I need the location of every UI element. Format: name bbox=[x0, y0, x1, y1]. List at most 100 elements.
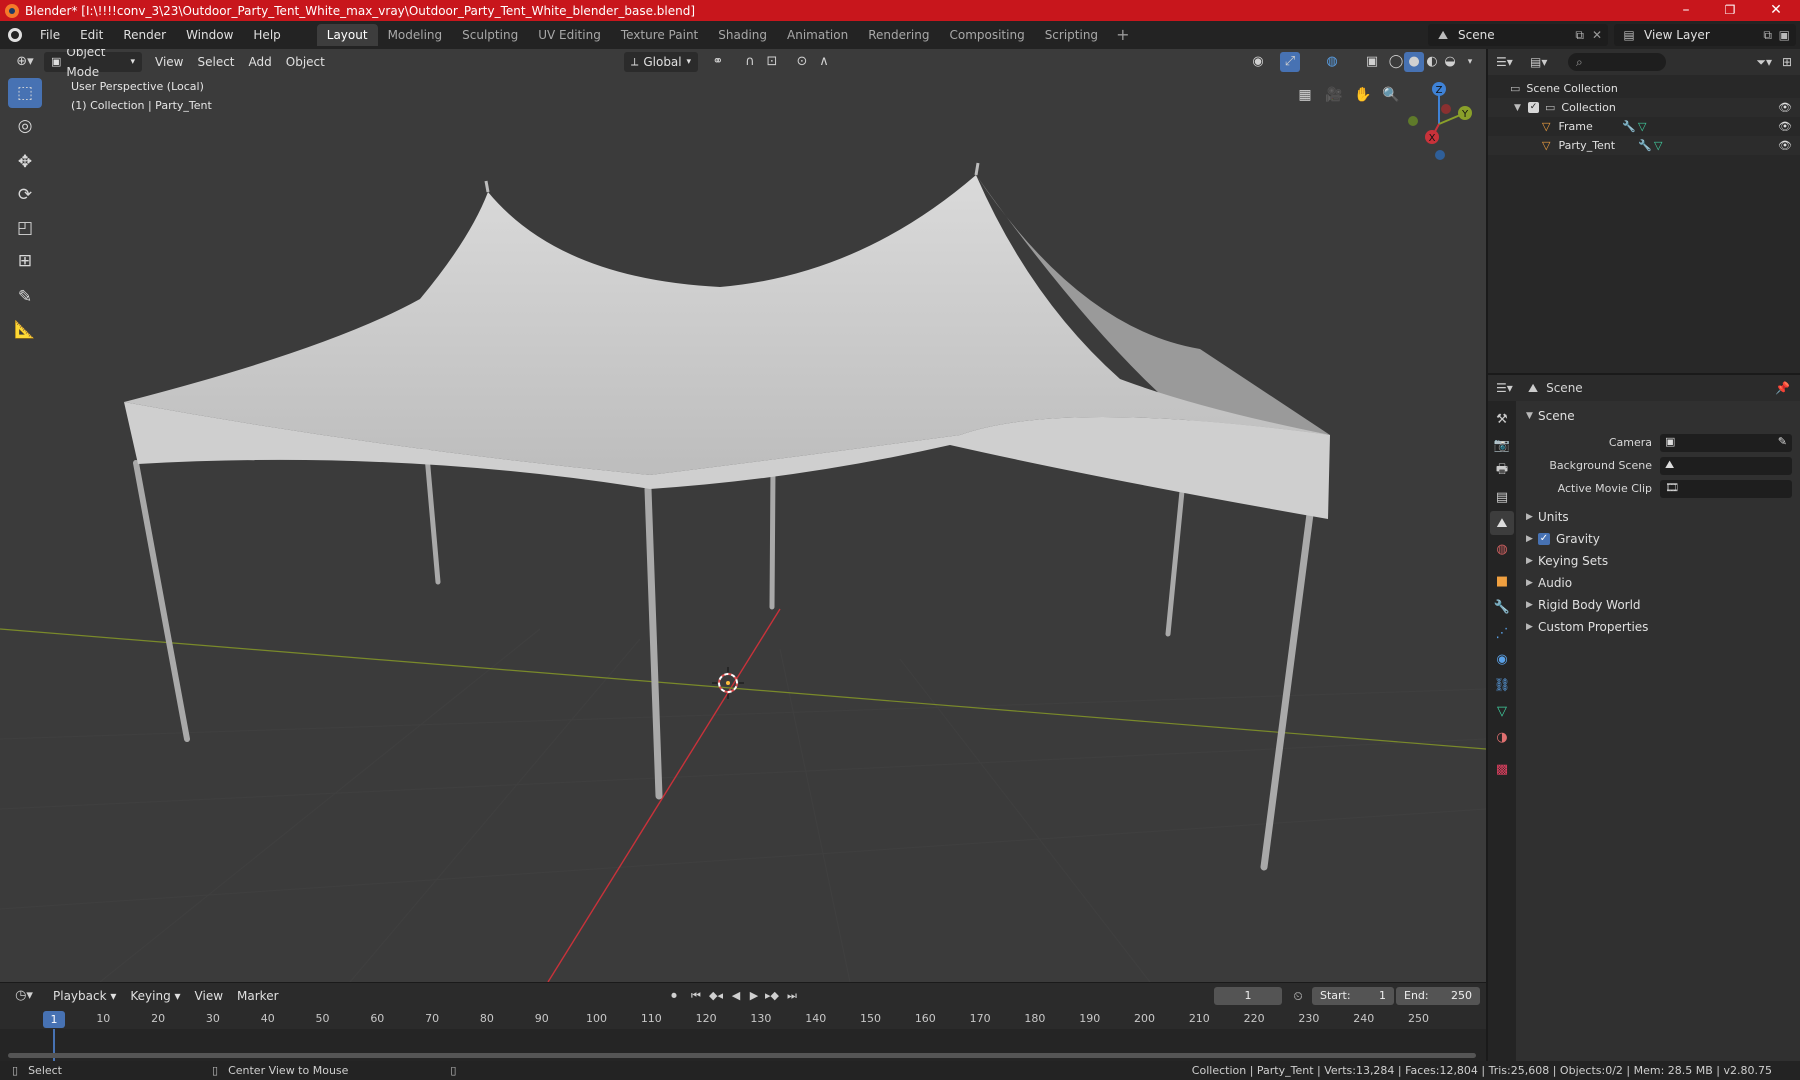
gravity-checkbox[interactable]: ✓ bbox=[1538, 533, 1550, 545]
outliner-row-scene-collection[interactable]: ▭ Scene Collection bbox=[1488, 79, 1800, 98]
move-tool-icon[interactable]: ✥ bbox=[8, 147, 42, 177]
camera-input[interactable]: ▣ ✎ bbox=[1660, 433, 1792, 452]
modifier-tab-icon[interactable]: 🔧 bbox=[1490, 595, 1514, 619]
menu-timeline-view[interactable]: View bbox=[188, 986, 230, 1006]
timeline-ruler[interactable]: 1 10 20 30 40 50 60 70 80 90 100 110 120 130 140 150 160… bbox=[0, 1009, 1486, 1029]
rendered-shading-icon[interactable]: ◒ bbox=[1440, 52, 1460, 72]
jump-start-icon[interactable]: ⏮ bbox=[686, 986, 706, 1006]
tab-layout[interactable]: Layout bbox=[316, 24, 378, 46]
clock-icon[interactable]: ⏲ bbox=[1288, 986, 1308, 1006]
pin-icon[interactable]: 📌 bbox=[1775, 381, 1790, 395]
menu-help[interactable]: Help bbox=[243, 21, 290, 49]
outliner-row-collection[interactable]: ▼ ✓ ▭ Collection 👁 bbox=[1488, 98, 1800, 117]
3d-viewport[interactable]: ⊕▾ ▣ Object Mode ▾ View Select Add Objec… bbox=[0, 49, 1486, 982]
wireframe-shading-icon[interactable]: ◯ bbox=[1386, 52, 1406, 72]
end-frame-field[interactable]: End: 250 bbox=[1396, 987, 1480, 1005]
timeline-tracks[interactable] bbox=[0, 1029, 1486, 1062]
material-tab-icon[interactable]: ◑ bbox=[1490, 725, 1514, 749]
tab-sculpting[interactable]: Sculpting bbox=[452, 24, 528, 46]
play-reverse-icon[interactable]: ◀ bbox=[726, 986, 746, 1006]
background-scene-input[interactable]: ⛰ bbox=[1660, 456, 1792, 475]
eye-icon[interactable]: 👁 bbox=[1778, 120, 1792, 133]
play-icon[interactable]: ▶ bbox=[744, 986, 764, 1006]
start-frame-field[interactable]: Start: 1 bbox=[1312, 987, 1394, 1005]
active-movie-clip-input[interactable]: 🎞 bbox=[1660, 479, 1792, 498]
menu-view[interactable]: View bbox=[148, 52, 190, 72]
editor-type-icon[interactable]: ⊕▾ bbox=[10, 52, 40, 72]
menu-render[interactable]: Render bbox=[113, 21, 176, 49]
rotate-tool-icon[interactable]: ⟳ bbox=[8, 180, 42, 210]
proportional-edit-icon[interactable]: ⊙ bbox=[792, 52, 812, 72]
custom-properties-panel-header[interactable]: ▶ Custom Properties bbox=[1518, 616, 1800, 638]
snap-target-icon[interactable]: ⊡ bbox=[762, 52, 782, 72]
pan-view-icon[interactable]: ✋ bbox=[1350, 82, 1376, 108]
audio-panel-header[interactable]: ▶ Audio bbox=[1518, 572, 1800, 594]
gravity-panel-header[interactable]: ▶ ✓ Gravity bbox=[1518, 528, 1800, 550]
cursor-tool-icon[interactable]: ◎ bbox=[8, 111, 42, 141]
snap-icon[interactable]: ∩ bbox=[740, 52, 760, 72]
scene-tab-icon[interactable]: ⛰ bbox=[1490, 511, 1514, 535]
particles-tab-icon[interactable]: ⋰ bbox=[1490, 621, 1514, 645]
next-keyframe-icon[interactable]: ▸◆ bbox=[762, 986, 782, 1006]
current-frame-field[interactable]: 1 bbox=[1214, 987, 1282, 1005]
menu-file[interactable]: File bbox=[30, 21, 70, 49]
blender-logo-icon[interactable] bbox=[0, 21, 30, 49]
camera-view-icon[interactable]: 🎥 bbox=[1321, 82, 1347, 108]
visibility-icon[interactable]: ◉ bbox=[1248, 52, 1268, 72]
outliner-search-input[interactable]: ⌕ bbox=[1568, 53, 1666, 71]
properties-editor-icon[interactable]: ☰▾ bbox=[1496, 381, 1528, 395]
scene-panel-header[interactable]: ▼ Scene bbox=[1518, 405, 1800, 427]
menu-marker[interactable]: Marker bbox=[230, 986, 285, 1006]
output-tab-icon[interactable]: 🖶 bbox=[1490, 459, 1514, 483]
object-tab-icon[interactable]: ■ bbox=[1490, 569, 1514, 593]
eye-icon[interactable]: 👁 bbox=[1778, 101, 1792, 114]
physics-tab-icon[interactable]: ◉ bbox=[1490, 647, 1514, 671]
tab-uv-editing[interactable]: UV Editing bbox=[528, 24, 611, 46]
menu-object[interactable]: Object bbox=[279, 52, 332, 72]
material-shading-icon[interactable]: ◐ bbox=[1422, 52, 1442, 72]
outliner-row-party-tent[interactable]: ▽ Party_Tent 🔧 ▽ 👁 bbox=[1488, 136, 1800, 155]
menu-select[interactable]: Select bbox=[190, 52, 241, 72]
falloff-icon[interactable]: ∧ bbox=[814, 52, 834, 72]
menu-playback[interactable]: Playback ▾ bbox=[46, 986, 123, 1006]
shading-options-icon[interactable]: ▾ bbox=[1460, 52, 1480, 72]
remove-view-layer-icon[interactable]: ▣ bbox=[1779, 28, 1790, 42]
close-button[interactable]: ✕ bbox=[1754, 0, 1798, 21]
display-mode-icon[interactable]: ▤▾ bbox=[1530, 55, 1560, 69]
measure-tool-icon[interactable]: 📐 bbox=[8, 315, 42, 345]
tool-tab-icon[interactable]: ⚒ bbox=[1490, 407, 1514, 431]
toggle-grid-icon[interactable]: ▦ bbox=[1292, 82, 1318, 108]
remove-scene-icon[interactable]: ✕ bbox=[1592, 28, 1602, 42]
texture-tab-icon[interactable]: ▩ bbox=[1490, 757, 1514, 781]
scene-selector[interactable]: ⛰ Scene ⧉ ✕ bbox=[1428, 24, 1608, 46]
tab-scripting[interactable]: Scripting bbox=[1035, 24, 1108, 46]
collection-checkbox[interactable]: ✓ bbox=[1528, 102, 1539, 113]
add-workspace-button[interactable]: + bbox=[1108, 24, 1137, 46]
timeline-scrollbar[interactable] bbox=[8, 1053, 1476, 1058]
menu-add[interactable]: Add bbox=[242, 52, 279, 72]
maximize-button[interactable]: ❐ bbox=[1708, 0, 1752, 21]
keying-sets-panel-header[interactable]: ▶ Keying Sets bbox=[1518, 550, 1800, 572]
jump-end-icon[interactable]: ⏭ bbox=[782, 986, 802, 1006]
tab-animation[interactable]: Animation bbox=[777, 24, 858, 46]
overlays-icon[interactable]: ◍ bbox=[1322, 52, 1342, 72]
render-tab-icon[interactable]: 📷 bbox=[1490, 433, 1514, 457]
solid-shading-icon[interactable]: ● bbox=[1404, 52, 1424, 72]
outliner-row-frame[interactable]: ▽ Frame 🔧 ▽ 👁 bbox=[1488, 117, 1800, 136]
timeline-editor-icon[interactable]: ◷▾ bbox=[10, 986, 38, 1006]
mode-selector[interactable]: ▣ Object Mode ▾ bbox=[44, 49, 142, 79]
tab-rendering[interactable]: Rendering bbox=[858, 24, 939, 46]
menu-edit[interactable]: Edit bbox=[70, 21, 113, 49]
menu-window[interactable]: Window bbox=[176, 21, 243, 49]
tab-shading[interactable]: Shading bbox=[708, 24, 777, 46]
pivot-point-icon[interactable]: ⚭ bbox=[708, 52, 728, 72]
view-layer-selector[interactable]: ▤ View Layer ⧉ ▣ bbox=[1614, 24, 1796, 46]
units-panel-header[interactable]: ▶ Units bbox=[1518, 506, 1800, 528]
record-icon[interactable]: ⏺ bbox=[664, 986, 684, 1006]
orientation-gizmo[interactable]: Z Y X bbox=[1392, 75, 1486, 165]
new-scene-icon[interactable]: ⧉ bbox=[1575, 28, 1584, 43]
scale-tool-icon[interactable]: ◰ bbox=[8, 213, 42, 243]
data-tab-icon[interactable]: ▽ bbox=[1490, 699, 1514, 723]
transform-tool-icon[interactable]: ⊞ bbox=[8, 246, 42, 276]
tab-compositing[interactable]: Compositing bbox=[939, 24, 1034, 46]
